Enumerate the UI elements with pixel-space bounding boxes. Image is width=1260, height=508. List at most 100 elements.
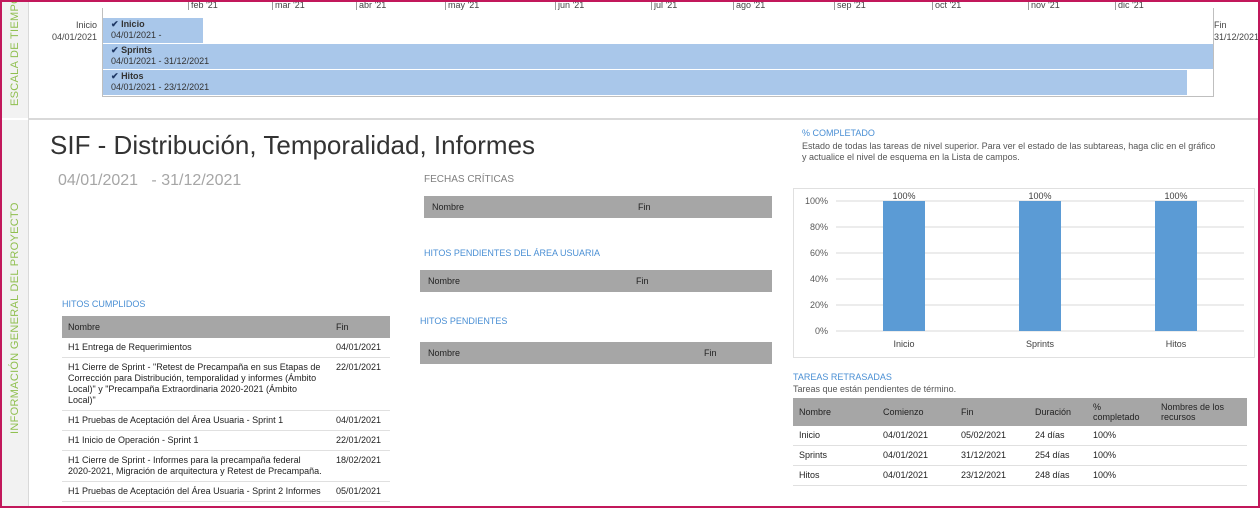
timeline-month-label: sep '21 — [834, 2, 866, 10]
column-header-fin[interactable]: Fin — [330, 316, 390, 338]
table-row[interactable]: Inicio 04/01/2021 05/02/2021 24 días 100% — [793, 426, 1247, 446]
completado-title: % COMPLETADO — [802, 128, 875, 138]
timeline-month-label: jun '21 — [555, 2, 584, 10]
column-header-fin[interactable]: Fin — [955, 398, 1029, 426]
cell-nombre: H1 Entrega de Requerimientos — [62, 338, 330, 358]
timeline-month-label: feb '21 — [188, 2, 218, 10]
chart-y-tick-label: 40% — [810, 274, 828, 284]
table-row[interactable]: H1 Cierre de Sprint - Informes para la p… — [62, 450, 390, 482]
timeline-month-label: ago '21 — [733, 2, 765, 10]
cell-nombre: Hitos — [793, 465, 877, 486]
chart-x-tick-label: Inicio — [893, 339, 914, 349]
timeline-bar-dates: 04/01/2021 - 23/12/2021 — [111, 82, 210, 92]
column-header-nombre[interactable]: Nombre — [62, 316, 330, 338]
cell-completado: 100% — [1087, 445, 1155, 466]
timeline[interactable]: Inicio 04/01/2021 Fin 31/12/2021 feb '21… — [28, 2, 1258, 120]
timeline-start-date: 04/01/2021 — [52, 32, 98, 42]
column-header-fin: Fin — [704, 348, 717, 358]
column-header-fin: Fin — [636, 276, 649, 286]
cell-fin: 05/02/2021 — [955, 426, 1029, 446]
hitos-cumplidos-table[interactable]: Nombre Fin H1 Entrega de Requerimientos 0… — [62, 316, 390, 502]
cell-completado: 100% — [1087, 426, 1155, 446]
column-header-duracion[interactable]: Duración — [1029, 398, 1087, 426]
chart-y-tick-label: 80% — [810, 222, 828, 232]
cell-duracion: 254 días — [1029, 445, 1087, 466]
column-header-completado[interactable]: % completado — [1087, 398, 1155, 426]
timeline-month-label: abr '21 — [356, 2, 386, 10]
timeline-side-label: ESCALA DE TIEMPO — [2, 2, 29, 118]
column-header-nombre: Nombre — [428, 348, 461, 358]
timeline-end-date: 31/12/2021 — [1214, 32, 1260, 42]
tareas-retrasadas-subtitle: Tareas que están pendientes de término. — [793, 384, 957, 394]
timeline-bar-sprints[interactable]: ✔ Sprints 04/01/2021 - 31/12/2021 — [103, 44, 1213, 70]
fechas-criticas-table-header[interactable]: Nombre Fin — [424, 196, 772, 218]
timeline-month-label: dic '21 — [1115, 2, 1144, 10]
timeline-month-label: mar '21 — [272, 2, 305, 10]
chart-data-label: 100% — [1164, 191, 1187, 201]
cell-fin: 22/01/2021 — [330, 430, 390, 451]
column-header-nombre[interactable]: Nombre — [793, 398, 877, 426]
column-header-nombre: Nombre — [432, 202, 465, 212]
column-header-comienzo[interactable]: Comienzo — [877, 398, 955, 426]
chart-y-tick-label: 20% — [810, 300, 828, 310]
timeline-bar-name: ✔ Sprints — [111, 45, 153, 55]
table-row[interactable]: H1 Pruebas de Aceptación del Área Usuari… — [62, 410, 390, 431]
cell-fin: 04/01/2021 — [330, 410, 390, 431]
table-row[interactable]: H1 Inicio de Operación - Sprint 1 22/01/2… — [62, 430, 390, 451]
timeline-start-label: Inicio — [76, 20, 98, 30]
cell-fin: 23/12/2021 — [955, 465, 1029, 486]
completado-chart-svg[interactable]: 0% 20% 40% 60% 80% 100% 100% Inicio 100% Sprints 1… — [794, 189, 1254, 357]
hitos-cumplidos-title: HITOS CUMPLIDOS — [62, 299, 146, 309]
table-row[interactable]: Hitos 04/01/2021 23/12/2021 248 días 100% — [793, 465, 1247, 486]
chart-data-label: 100% — [892, 191, 915, 201]
timeline-bar-dates: 04/01/2021 - — [111, 30, 162, 40]
cell-duracion: 248 días — [1029, 465, 1087, 486]
timeline-bar-inicio[interactable]: ✔ Inicio 04/01/2021 - — [103, 18, 203, 44]
cell-comienzo: 04/01/2021 — [877, 465, 955, 486]
cell-nombre: H1 Cierre de Sprint - Informes para la p… — [62, 450, 330, 482]
report-frame: ESCALA DE TIEMPO INFORMACIÓN GENERAL DEL… — [0, 0, 1260, 508]
chart-y-tick-label: 60% — [810, 248, 828, 258]
cell-comienzo: 04/01/2021 — [877, 445, 955, 466]
cell-nombre: Sprints — [793, 445, 877, 466]
cell-nombre: H1 Pruebas de Aceptación del Área Usuari… — [62, 410, 330, 431]
timeline-bar-hitos[interactable]: ✔ Hitos 04/01/2021 - 23/12/2021 — [103, 70, 1187, 96]
chart-bar[interactable] — [883, 201, 925, 331]
chart-data-label: 100% — [1028, 191, 1051, 201]
completado-description: Estado de todas las tareas de nivel supe… — [802, 141, 1216, 162]
hitos-area-usuaria-title: HITOS PENDIENTES DEL ÁREA USUARIA — [424, 248, 601, 258]
timeline-month-label: oct '21 — [932, 2, 961, 10]
project-dates: 04/01/2021 - 31/12/2021 — [58, 172, 241, 190]
cell-fin: 05/01/2021 — [330, 481, 390, 502]
chart-bar[interactable] — [1155, 201, 1197, 331]
cell-nombre: Inicio — [793, 426, 877, 446]
chart-x-tick-label: Sprints — [1026, 339, 1055, 349]
cell-recursos — [1155, 445, 1247, 466]
tareas-retrasadas-title: TAREAS RETRASADAS — [793, 372, 892, 382]
table-row[interactable]: Sprints 04/01/2021 31/12/2021 254 días 100% — [793, 445, 1247, 466]
timeline-month-label: may '21 — [445, 2, 479, 10]
cell-fin: 22/01/2021 — [330, 357, 390, 411]
table-row[interactable]: H1 Entrega de Requerimientos 04/01/2021 — [62, 338, 390, 358]
fechas-criticas-title: FECHAS CRÍTICAS — [424, 174, 515, 185]
table-row[interactable]: H1 Cierre de Sprint - "Retest de Precamp… — [62, 357, 390, 411]
hitos-pendientes-table-header[interactable]: Nombre Fin — [420, 342, 772, 364]
tareas-retrasadas-table[interactable]: Nombre Comienzo Fin Duración % completad… — [793, 398, 1247, 486]
column-header-nombre: Nombre — [428, 276, 461, 286]
check-icon: ✔ — [111, 19, 119, 29]
timeline-side-text: ESCALA DE TIEMPO — [9, 0, 21, 106]
cell-fin: 31/12/2021 — [955, 445, 1029, 466]
project-side-label: INFORMACIÓN GENERAL DEL PROYECTO — [2, 120, 29, 506]
chart-bar[interactable] — [1019, 201, 1061, 331]
cell-recursos — [1155, 426, 1247, 446]
column-header-recursos[interactable]: Nombres de los recursos — [1155, 398, 1247, 426]
timeline-bar-name: ✔ Inicio — [111, 19, 145, 29]
chart-x-tick-label: Hitos — [1166, 339, 1187, 349]
cell-nombre: H1 Cierre de Sprint - "Retest de Precamp… — [62, 357, 330, 411]
timeline-month-label: jul '21 — [651, 2, 677, 10]
table-row[interactable]: H1 Pruebas de Aceptación del Área Usuari… — [62, 481, 390, 502]
timeline-area[interactable]: feb '21 mar '21 abr '21 may '21 jun '21 jul '… — [102, 2, 1214, 97]
timeline-end-label: Fin — [1214, 20, 1227, 30]
completado-chart[interactable]: 0% 20% 40% 60% 80% 100% 100% Inicio 100% Sprints 1… — [793, 188, 1255, 358]
hitos-area-usuaria-table-header[interactable]: Nombre Fin — [420, 270, 772, 292]
